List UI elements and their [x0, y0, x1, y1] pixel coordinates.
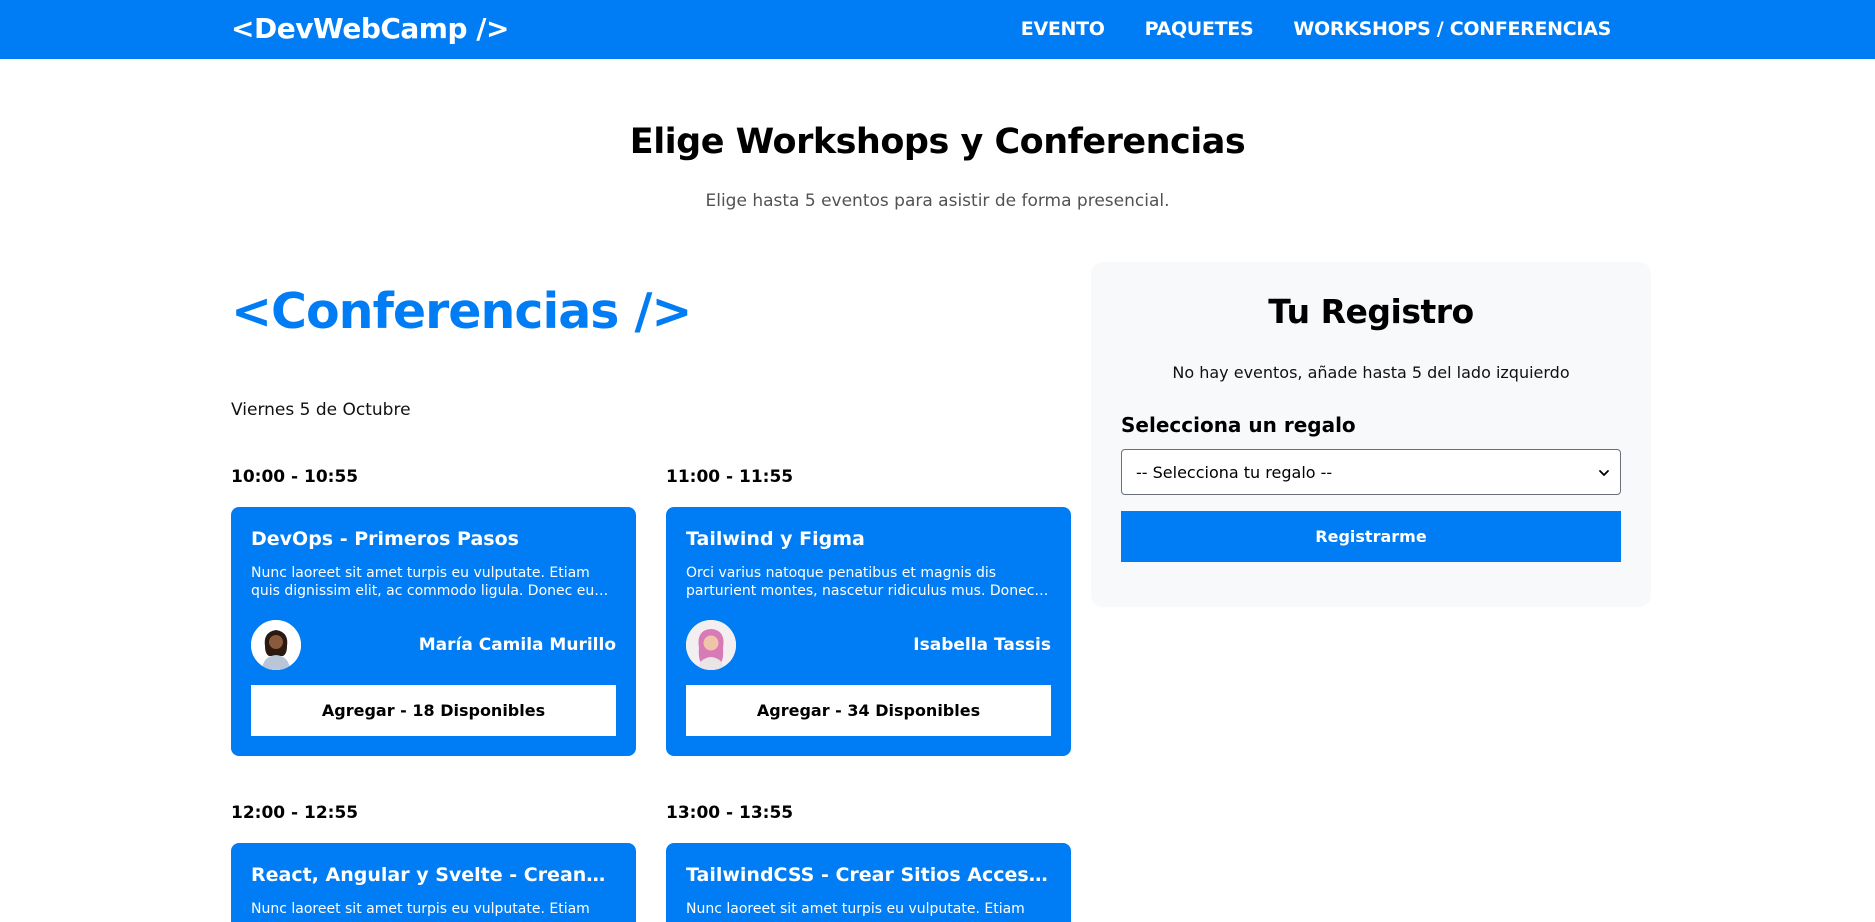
- slot-time: 10:00 - 10:55: [231, 467, 359, 487]
- nav-link-paquetes[interactable]: PAQUETES: [1145, 18, 1254, 40]
- gift-select[interactable]: -- Selecciona tu regalo --: [1121, 449, 1621, 495]
- slot-time: 12:00 - 12:55: [231, 803, 359, 823]
- event-title: TailwindCSS - Crear Sitios Accesibles: [686, 864, 1051, 886]
- speaker-avatar: [251, 620, 301, 670]
- page-title: Elige Workshops y Conferencias: [629, 122, 1246, 162]
- top-bar: <DevWebCamp /> EVENTO PAQUETES WORKSHOPS…: [0, 0, 1875, 59]
- speaker-avatar: [686, 620, 736, 670]
- site-logo[interactable]: <DevWebCamp />: [231, 12, 509, 46]
- event-description: Nunc laoreet sit amet turpis eu vulputat…: [251, 565, 595, 599]
- register-button[interactable]: Registrarme: [1121, 511, 1621, 562]
- gift-label: Selecciona un regalo: [1121, 413, 1356, 437]
- speaker-photo-icon: [686, 620, 736, 670]
- add-event-button[interactable]: Agregar - 18 Disponibles: [251, 685, 616, 736]
- speaker-name: Isabella Tassis: [913, 635, 1051, 655]
- speaker-name: María Camila Murillo: [418, 635, 616, 655]
- event-title: DevOps - Primeros Pasos: [251, 528, 519, 550]
- gift-select-value: -- Selecciona tu regalo --: [1136, 463, 1333, 482]
- nav-link-evento[interactable]: EVENTO: [1021, 18, 1105, 40]
- nav-link-workshops-conferencias[interactable]: WORKSHOPS / CONFERENCIAS: [1293, 18, 1611, 40]
- event-card: React, Angular y Svelte - Creando una Ap…: [231, 843, 636, 922]
- event-card: TailwindCSS - Crear Sitios Accesibles Nu…: [666, 843, 1071, 922]
- slot-time: 13:00 - 13:55: [666, 803, 794, 823]
- registration-panel: Tu Registro No hay eventos, añade hasta …: [1091, 262, 1651, 607]
- event-description: Nunc laoreet sit amet turpis eu vulputat…: [251, 901, 590, 917]
- event-card: DevOps - Primeros Pasos Nunc laoreet sit…: [231, 507, 636, 756]
- section-title-conferencias: <Conferencias />: [231, 283, 692, 340]
- event-title: Tailwind y Figma: [686, 528, 865, 550]
- slot-time: 11:00 - 11:55: [666, 467, 794, 487]
- event-description: Nunc laoreet sit amet turpis eu vulputat…: [686, 901, 1025, 917]
- event-description: Orci varius natoque penatibus et magnis …: [686, 565, 1035, 599]
- chevron-down-icon: [1599, 470, 1609, 476]
- speaker-photo-icon: [251, 620, 301, 670]
- event-title: React, Angular y Svelte - Creando una Ap…: [251, 864, 616, 886]
- registration-title: Tu Registro: [1268, 292, 1474, 331]
- page-subtitle: Elige hasta 5 eventos para asistir de fo…: [705, 191, 1170, 211]
- add-event-button[interactable]: Agregar - 34 Disponibles: [686, 685, 1051, 736]
- registration-empty-message: No hay eventos, añade hasta 5 del lado i…: [1172, 363, 1570, 382]
- event-card: Tailwind y Figma Orci varius natoque pen…: [666, 507, 1071, 756]
- main-nav: EVENTO PAQUETES WORKSHOPS / CONFERENCIAS: [1021, 18, 1612, 40]
- day-label: Viernes 5 de Octubre: [231, 400, 411, 420]
